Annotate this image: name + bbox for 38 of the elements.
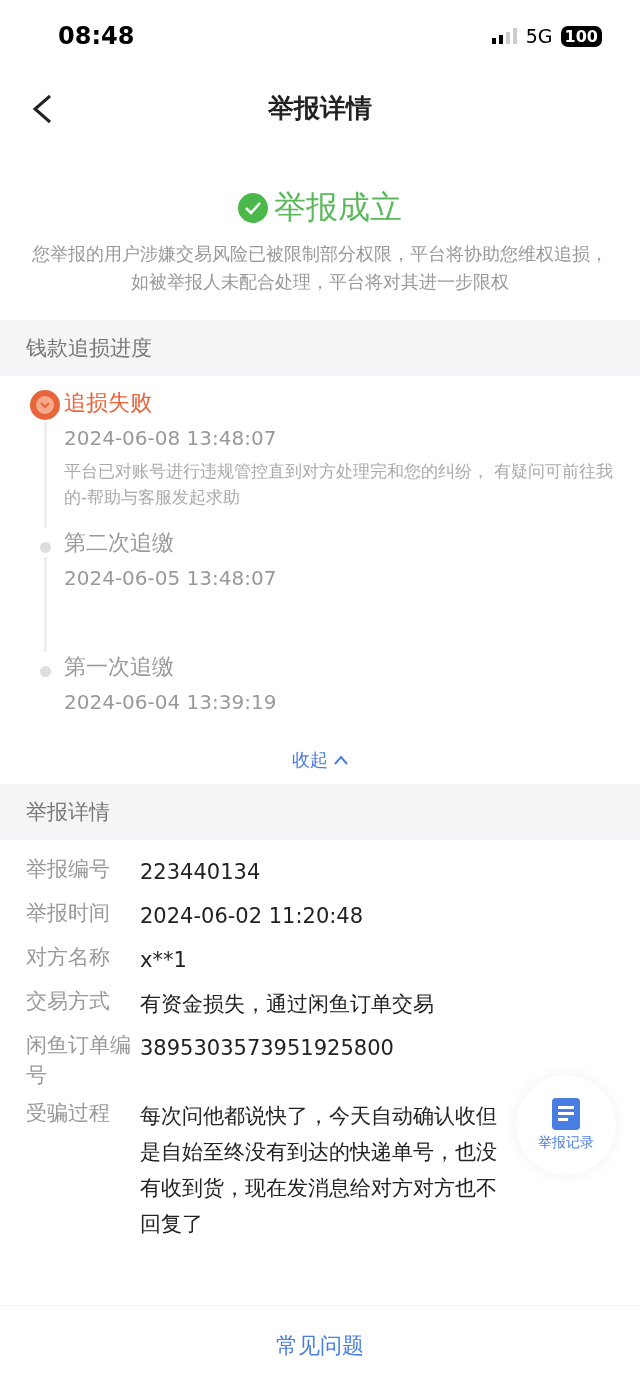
step-title: 第一次追缴 bbox=[64, 653, 175, 681]
field-value: 每次问他都说快了，今天自动确认收但是自始至终没有到达的快递单号，也没有收到货，现在发消息给对方对方也不回复了 bbox=[140, 1103, 498, 1238]
field-label: 对方名称 bbox=[26, 944, 111, 971]
section-header: 举报详情 bbox=[0, 784, 640, 840]
step-time: 2024-06-04 13:39:19 bbox=[64, 690, 278, 714]
network-label: 5G bbox=[525, 25, 553, 47]
result-description: 您举报的用户涉嫌交易风险已被限制部分权限，平台将协助您维权追损，如被举报人未配合处理，平台将对其进一步限权 bbox=[31, 242, 609, 294]
back-icon[interactable] bbox=[30, 94, 54, 124]
field-label: 举报时间 bbox=[26, 900, 111, 927]
check-circle-icon bbox=[238, 193, 268, 223]
collapse-button[interactable]: 收起 bbox=[286, 742, 354, 778]
document-icon bbox=[552, 1098, 580, 1130]
timeline-dot bbox=[39, 666, 51, 677]
field-value: 3895303573951925800 bbox=[140, 1035, 395, 1062]
result-title: 举报成立 bbox=[274, 187, 402, 228]
page-title: 举报详情 bbox=[268, 91, 372, 125]
field-value: x**1 bbox=[140, 947, 188, 974]
signal-icon bbox=[491, 28, 518, 44]
step-time: 2024-06-08 13:48:07 bbox=[64, 426, 278, 450]
section-header: 钱款追损进度 bbox=[0, 320, 640, 376]
faq-link[interactable]: 常见问题 bbox=[276, 1331, 364, 1361]
report-records-button[interactable]: 举报记录 bbox=[516, 1075, 616, 1175]
step-time: 2024-06-05 13:48:07 bbox=[64, 566, 278, 590]
field-label: 受骗过程 bbox=[26, 1100, 111, 1127]
battery-level: 100 bbox=[560, 25, 602, 47]
timeline-dot bbox=[39, 542, 51, 553]
field-label: 举报编号 bbox=[26, 856, 111, 883]
status-time: 08:48 bbox=[58, 22, 135, 50]
step-note: 平台已对账号进行违规管控直到对方处理完和您的纠纷， 有疑问可前往我的-帮助与客服发起求助 bbox=[64, 460, 614, 509]
field-label: 交易方式 bbox=[26, 988, 111, 1015]
field-value: 2024-06-02 11:20:48 bbox=[140, 903, 365, 930]
field-value: 有资金损失，通过闲鱼订单交易 bbox=[140, 991, 435, 1018]
chevron-up-icon bbox=[334, 755, 348, 765]
step-title: 第二次追缴 bbox=[64, 529, 175, 557]
step-title: 追损失败 bbox=[64, 389, 153, 417]
field-label: 闲鱼订单编号 bbox=[26, 1032, 132, 1089]
warning-coin-icon bbox=[30, 390, 60, 420]
field-value: 223440134 bbox=[140, 859, 262, 886]
